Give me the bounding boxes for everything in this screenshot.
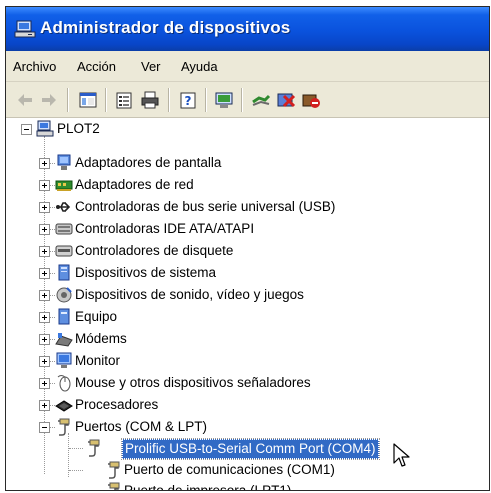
expand-toggle-mouse[interactable] <box>39 378 50 389</box>
toolbar-separator <box>205 88 207 112</box>
ide-controller-icon <box>55 223 73 235</box>
menu-ver[interactable]: Ver <box>141 59 161 74</box>
system-device-icon <box>58 264 70 281</box>
tree-connector-line <box>69 448 83 449</box>
computer-icon <box>58 308 70 325</box>
mouse-icon <box>57 375 71 392</box>
expand-toggle-sonido[interactable] <box>39 290 50 301</box>
expand-toggle-adaptadores-red[interactable] <box>39 180 50 191</box>
display-adapter-icon <box>57 154 71 170</box>
modem-icon <box>55 333 73 347</box>
port-icon <box>58 418 70 436</box>
toolbar-separator <box>241 88 243 112</box>
help-icon[interactable]: ? <box>178 90 198 110</box>
tree-item-usb[interactable]: Controladoras de bus serie universal (US… <box>75 198 335 216</box>
forward-arrow-icon[interactable] <box>39 90 59 110</box>
device-tree: PLOT2 Adaptadores de pantalla Adaptadore… <box>6 118 489 490</box>
usb-icon <box>56 202 71 212</box>
sound-device-icon <box>56 287 72 303</box>
device-manager-window: Administrador de dispositivos Archivo Ac… <box>5 6 490 491</box>
mouse-cursor-icon <box>393 443 410 467</box>
expand-toggle-monitor[interactable] <box>39 356 50 367</box>
toolbar: ? <box>6 82 489 118</box>
svg-text:?: ? <box>185 94 192 108</box>
monitor-icon <box>56 352 72 368</box>
tree-item-adaptadores-red[interactable]: Adaptadores de red <box>75 176 194 194</box>
port-icon <box>108 482 120 490</box>
tree-item-ide[interactable]: Controladoras IDE ATA/ATAPI <box>75 220 254 238</box>
floppy-controller-icon <box>55 245 73 257</box>
tree-item-mouse[interactable]: Mouse y otros dispositivos señaladores <box>75 374 311 392</box>
tree-item-sistema[interactable]: Dispositivos de sistema <box>75 264 216 282</box>
toolbar-separator <box>67 88 69 112</box>
tree-item-monitor[interactable]: Monitor <box>75 352 120 370</box>
expand-toggle-equipo[interactable] <box>39 312 50 323</box>
tree-connector-line <box>69 470 83 471</box>
menu-archivo[interactable]: Archivo <box>13 59 56 74</box>
tree-item-prolific-com4[interactable]: Prolific USB-to-Serial Comm Port (COM4) <box>121 438 380 460</box>
properties-icon[interactable] <box>114 90 134 110</box>
expand-toggle-sistema[interactable] <box>39 268 50 279</box>
expand-toggle-procesadores[interactable] <box>39 400 50 411</box>
tree-item-com1[interactable]: Puerto de comunicaciones (COM1) <box>124 461 335 479</box>
expand-toggle-usb[interactable] <box>39 202 50 213</box>
tree-item-procesadores[interactable]: Procesadores <box>75 396 158 414</box>
port-icon <box>108 461 120 479</box>
tree-item-adaptadores-pantalla[interactable]: Adaptadores de pantalla <box>75 154 221 172</box>
update-driver-icon[interactable] <box>251 90 271 110</box>
expand-toggle-disquete[interactable] <box>39 246 50 257</box>
tree-item-puertos[interactable]: Puertos (COM & LPT) <box>75 418 207 436</box>
port-icon <box>88 439 100 457</box>
root-collapse-toggle[interactable] <box>21 124 32 135</box>
tree-item-modems[interactable]: Módems <box>75 330 127 348</box>
disable-icon[interactable] <box>301 90 321 110</box>
menu-bar: Archivo Acción Ver Ayuda <box>6 51 489 82</box>
expand-toggle-modems[interactable] <box>39 334 50 345</box>
uninstall-icon[interactable] <box>276 90 296 110</box>
expand-toggle-ide[interactable] <box>39 224 50 235</box>
menu-ayuda[interactable]: Ayuda <box>181 59 218 74</box>
tree-item-lpt1[interactable]: Puerto de impresora (LPT1) <box>124 482 291 490</box>
processor-icon <box>55 400 73 412</box>
scan-hardware-icon[interactable] <box>214 90 234 110</box>
collapse-toggle-puertos[interactable] <box>39 422 50 433</box>
device-manager-icon <box>14 20 36 38</box>
window-title: Administrador de dispositivos <box>40 18 291 37</box>
menu-accion[interactable]: Acción <box>77 59 116 74</box>
back-arrow-icon[interactable] <box>15 90 35 110</box>
print-icon[interactable] <box>140 90 160 110</box>
tree-root-plot2[interactable]: PLOT2 <box>57 120 100 138</box>
tree-item-disquete[interactable]: Controladores de disquete <box>75 242 233 260</box>
toolbar-separator <box>105 88 107 112</box>
title-bar[interactable]: Administrador de dispositivos <box>6 7 489 51</box>
computer-root-icon <box>36 120 54 137</box>
expand-toggle-adaptadores-pantalla[interactable] <box>39 158 50 169</box>
console-tree-icon[interactable] <box>78 90 98 110</box>
toolbar-separator <box>168 88 170 112</box>
tree-item-sonido[interactable]: Dispositivos de sonido, vídeo y juegos <box>75 286 304 304</box>
network-adapter-icon <box>55 180 73 191</box>
tree-item-equipo[interactable]: Equipo <box>75 308 117 326</box>
